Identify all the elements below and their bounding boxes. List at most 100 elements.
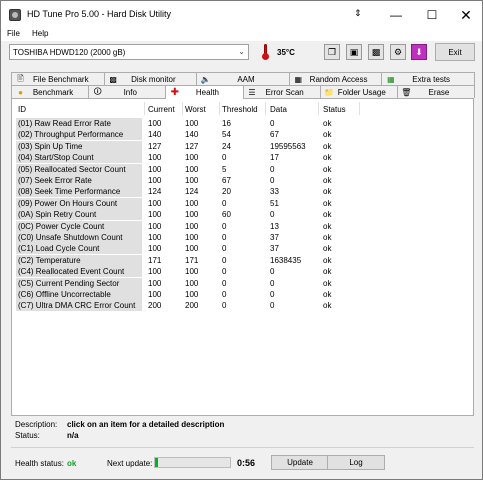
- tab-disk-monitor[interactable]: ▩ Disk monitor: [103, 72, 198, 85]
- tab-aam[interactable]: 🔈 AAM: [196, 72, 290, 85]
- raw-data: 17: [270, 153, 279, 163]
- status-value: ok: [323, 244, 332, 254]
- attribute-id: (C2) Temperature: [16, 254, 142, 266]
- table-row[interactable]: (02) Throughput Performance 140 140 54 67 ok: [16, 129, 471, 141]
- copy-icon: ❐: [327, 46, 337, 57]
- table-row[interactable]: (07) Seek Error Rate 100 100 67 0 ok: [16, 175, 471, 186]
- attribute-id: (C4) Reallocated Event Count: [16, 266, 142, 278]
- table-row[interactable]: (09) Power On Hours Count 100 100 0 51 ok: [16, 197, 471, 209]
- description-value: click on an item for a detailed descript…: [67, 420, 225, 429]
- health-panel: ID Current Worst Threshold Data Status (…: [11, 98, 474, 416]
- raw-data: 0: [270, 278, 275, 288]
- worst-value: 100: [185, 119, 199, 128]
- table-row[interactable]: (C6) Offline Uncorrectable 100 100 0 0 ok: [16, 289, 471, 300]
- current-value: 100: [148, 233, 162, 242]
- error-scan-icon: ☰: [248, 88, 256, 97]
- table-row[interactable]: (C4) Reallocated Event Count 100 100 0 0 ok: [16, 266, 471, 278]
- current-value: 100: [148, 290, 162, 299]
- worst-value: 100: [185, 221, 199, 231]
- tab-health[interactable]: ✚ Health: [165, 85, 244, 99]
- table-row[interactable]: (01) Raw Read Error Rate 100 100 16 0 ok: [16, 118, 471, 129]
- worst-value: 100: [185, 278, 199, 288]
- column-header-status[interactable]: Status: [323, 105, 346, 114]
- threshold-value: 0: [222, 267, 227, 277]
- worst-value: 100: [185, 198, 199, 208]
- log-button[interactable]: Log: [327, 455, 385, 470]
- table-row[interactable]: (05) Reallocated Sector Count 100 100 5 0 ok: [16, 163, 471, 175]
- minimize-button[interactable]: —: [378, 1, 414, 29]
- current-value: 100: [148, 210, 162, 220]
- raw-data: 0: [270, 267, 275, 277]
- threshold-value: 0: [222, 255, 227, 265]
- table-row[interactable]: (03) Spin Up Time 127 127 24 19595563 ok: [16, 140, 471, 152]
- worst-value: 140: [185, 130, 199, 140]
- table-row[interactable]: (C0) Unsafe Shutdown Count 100 100 0 37 ok: [16, 232, 471, 243]
- status-value: ok: [323, 255, 332, 265]
- attribute-id: (08) Seek Time Performance: [16, 186, 142, 198]
- current-value: 200: [148, 301, 162, 311]
- threshold-value: 0: [222, 153, 227, 163]
- benchmark-icon: ●: [18, 88, 23, 97]
- menu-file[interactable]: File: [7, 29, 20, 38]
- maximize-button[interactable]: ☐: [414, 1, 450, 29]
- title-bar[interactable]: HD Tune Pro 5.00 - Hard Disk Utility ⇕ —…: [1, 1, 482, 29]
- table-row[interactable]: (C7) Ultra DMA CRC Error Count 200 200 0 0 ok: [16, 300, 471, 312]
- tab-error-scan[interactable]: ☰ Error Scan: [242, 85, 321, 98]
- health-cross-icon: ✚: [170, 87, 180, 98]
- drive-select[interactable]: TOSHIBA HDWD120 (2000 gB) ⌄: [9, 44, 249, 60]
- column-header-current[interactable]: Current: [148, 105, 175, 114]
- threshold-value: 5: [222, 164, 227, 174]
- raw-data: 0: [270, 290, 275, 299]
- table-row[interactable]: (C2) Temperature 171 171 0 1638435 ok: [16, 254, 471, 266]
- table-row[interactable]: (04) Start/Stop Count 100 100 0 17 ok: [16, 152, 471, 164]
- table-row[interactable]: (0A) Spin Retry Count 100 100 60 0 ok: [16, 209, 471, 221]
- close-button[interactable]: ✕: [448, 1, 483, 29]
- download-button[interactable]: ⬇: [411, 44, 427, 60]
- current-value: 100: [148, 198, 162, 208]
- tab-folder-usage[interactable]: 📁 Folder Usage: [319, 85, 398, 98]
- tab-random-access[interactable]: ▦ Random Access: [288, 72, 383, 85]
- tab-extra-tests[interactable]: ▦ Extra tests: [381, 72, 475, 85]
- app-hdd-icon: [9, 9, 21, 21]
- attribute-id: (C5) Current Pending Sector: [16, 277, 142, 289]
- worst-value: 100: [185, 267, 199, 277]
- status-value: ok: [323, 198, 332, 208]
- update-button[interactable]: Update: [271, 455, 329, 470]
- attribute-id: (C0) Unsafe Shutdown Count: [16, 232, 142, 243]
- attribute-id: (02) Throughput Performance: [16, 129, 142, 141]
- worst-value: 100: [185, 210, 199, 220]
- exit-button[interactable]: Exit: [435, 43, 475, 61]
- column-header-worst[interactable]: Worst: [185, 105, 206, 114]
- table-row[interactable]: (0C) Power Cycle Count 100 100 0 13 ok: [16, 220, 471, 232]
- raw-data: 0: [270, 164, 275, 174]
- save-button[interactable]: ▩: [368, 44, 384, 60]
- current-value: 140: [148, 130, 162, 140]
- column-header-id[interactable]: ID: [18, 105, 26, 114]
- tab-benchmark[interactable]: ● Benchmark: [11, 85, 90, 98]
- menu-help[interactable]: Help: [32, 29, 48, 38]
- status-value: ok: [323, 301, 332, 311]
- threshold-value: 0: [222, 198, 227, 208]
- copy-text-button[interactable]: ❐: [324, 44, 340, 60]
- column-header-data[interactable]: Data: [270, 105, 287, 114]
- table-row[interactable]: (C5) Current Pending Sector 100 100 0 0 ok: [16, 277, 471, 289]
- status-bar: Health status: ok Next update: 0:56 Upda…: [11, 453, 474, 473]
- tab-info[interactable]: 🛈 Info: [88, 85, 167, 98]
- next-update-progress: [154, 457, 231, 468]
- status-value: n/a: [67, 431, 79, 440]
- extra-tests-icon: ▦: [387, 75, 395, 84]
- trash-icon: 🗑: [401, 88, 412, 97]
- table-row[interactable]: (C1) Load Cycle Count 100 100 0 37 ok: [16, 243, 471, 255]
- copy-screenshot-button[interactable]: ▣: [346, 44, 362, 60]
- status-value: ok: [323, 119, 332, 128]
- worst-value: 127: [185, 141, 199, 151]
- options-button[interactable]: ⚙: [390, 44, 406, 60]
- table-row[interactable]: (08) Seek Time Performance 124 124 20 33 ok: [16, 186, 471, 198]
- worst-value: 100: [185, 164, 199, 174]
- tab-file-benchmark[interactable]: 🖹 File Benchmark: [11, 72, 105, 85]
- threshold-value: 24: [222, 141, 231, 151]
- tab-erase[interactable]: 🗑 Erase: [396, 85, 476, 98]
- column-header-threshold[interactable]: Threshold: [222, 105, 258, 114]
- current-value: 171: [148, 255, 162, 265]
- file-benchmark-icon: 🖹: [17, 73, 24, 83]
